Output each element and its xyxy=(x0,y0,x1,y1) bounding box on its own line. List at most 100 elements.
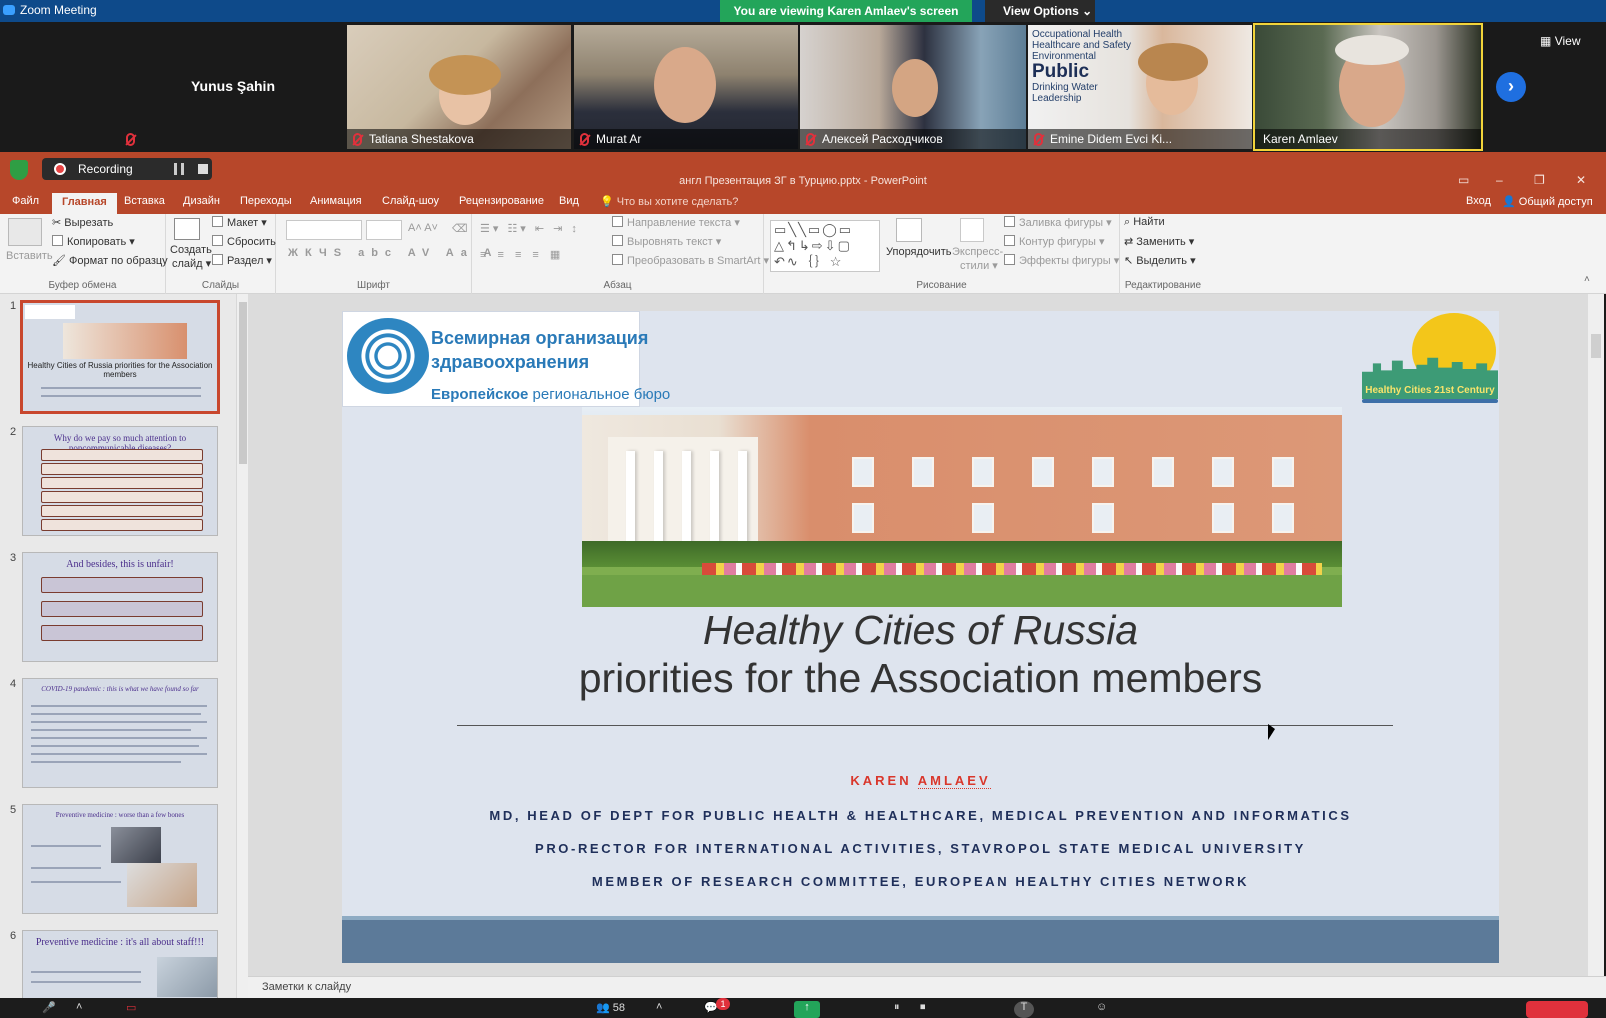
thumbnail-line xyxy=(31,753,207,755)
tab-transitions[interactable]: Переходы xyxy=(240,195,292,207)
shape-outline-button[interactable]: Контур фигуры ▾ xyxy=(1004,235,1105,248)
photo-window xyxy=(912,457,934,487)
tab-slideshow[interactable]: Слайд-шоу xyxy=(382,195,439,207)
scrollbar-thumb[interactable] xyxy=(1591,334,1601,358)
new-slide-icon xyxy=(174,218,200,240)
share-button[interactable]: 👤 Общий доступ xyxy=(1502,195,1593,208)
align-text-button[interactable]: Выровнять текст ▾ xyxy=(612,235,721,248)
arrange-button[interactable]: Упорядочить xyxy=(886,246,951,258)
slide-scrollbar[interactable] xyxy=(1588,294,1604,976)
participants-button[interactable]: 👥 58 xyxy=(596,1001,625,1014)
start-video-icon[interactable]: ▭ xyxy=(126,1001,136,1014)
font-style-buttons[interactable]: ЖКЧS abc AV Aa A xyxy=(288,247,498,259)
shape-effects-label: Эффекты фигуры xyxy=(1019,255,1111,267)
tab-file[interactable]: Файл xyxy=(12,195,39,207)
section-button[interactable]: Раздел ▾ xyxy=(212,254,272,267)
tab-insert[interactable]: Вставка xyxy=(124,195,165,207)
shape-effects-button[interactable]: Эффекты фигуры ▾ xyxy=(1004,254,1119,267)
font-name-combobox[interactable] xyxy=(286,220,362,240)
next-page-arrow-icon[interactable]: › xyxy=(1496,72,1526,102)
select-label: Выделить xyxy=(1136,255,1188,267)
slide-thumbnail-4[interactable]: COVID-19 pandemic : this is what we have… xyxy=(22,678,218,788)
share-screen-icon[interactable]: ↑ xyxy=(794,1001,820,1018)
italic-button[interactable]: К xyxy=(305,247,319,259)
who-europe-logo: Всемирная организация здравоохранения Ев… xyxy=(342,311,670,407)
slide-thumbnail-6[interactable]: Preventive medicine : it's all about sta… xyxy=(22,930,218,998)
participant-tile-active-speaker[interactable]: Karen Amlaev xyxy=(1253,23,1483,151)
tell-me-box[interactable]: 💡 Что вы хотите сделать? xyxy=(600,195,738,208)
slide-thumbnail-2[interactable]: Why do we pay so much attention to nonco… xyxy=(22,426,218,536)
thumbnail-line xyxy=(31,745,199,747)
new-slide-button[interactable]: Создать xyxy=(170,244,212,256)
thumbnail-scrollbar[interactable] xyxy=(236,294,248,998)
align-buttons[interactable]: ≡ ≡ ≡ ≡ ▦ xyxy=(480,248,564,261)
participant-tile[interactable]: Occupational Health Healthcare and Safet… xyxy=(1028,25,1252,149)
reset-label: Сбросить xyxy=(227,236,276,248)
unmute-mic-icon[interactable]: 🎤 xyxy=(42,1001,56,1014)
underline-button[interactable]: Ч xyxy=(319,247,334,259)
layout-button[interactable]: Макет ▾ xyxy=(212,216,267,229)
scissors-icon: ✂ xyxy=(52,217,62,229)
copy-label: Копировать xyxy=(67,236,127,248)
collapse-ribbon-icon[interactable]: ˄ xyxy=(1584,274,1590,285)
participant-tile-self[interactable]: Yunus Şahin xyxy=(120,25,346,149)
font-grow-shrink-icon[interactable]: A˄ A˅ xyxy=(408,222,438,234)
slide-thumbnail-3[interactable]: And besides, this is unfair! xyxy=(22,552,218,662)
select-button[interactable]: ↖ Выделить ▾ xyxy=(1124,254,1196,267)
paste-button[interactable]: Вставить xyxy=(6,250,53,262)
avatar[interactable]: T xyxy=(1014,1001,1034,1018)
tab-review[interactable]: Рецензирование xyxy=(459,195,544,207)
participant-tile[interactable]: Murat Ar xyxy=(574,25,798,149)
smartart-button[interactable]: Преобразовать в SmartArt ▾ xyxy=(612,254,769,267)
thumbnail-title: Preventive medicine : it's all about sta… xyxy=(35,937,205,948)
chevron-up-icon[interactable]: ˄ xyxy=(656,1001,662,1013)
stop-recording-icon[interactable] xyxy=(198,164,208,174)
clear-format-icon[interactable]: ⌫ xyxy=(452,222,468,235)
ribbon-display-icon[interactable]: ▭ xyxy=(1458,173,1469,187)
participant-tile[interactable]: Tatiana Shestakova xyxy=(347,25,571,149)
quick-styles-button[interactable]: Экспресс- xyxy=(952,246,1003,258)
brush-icon: 🖌 xyxy=(52,255,66,267)
font-size-combobox[interactable] xyxy=(366,220,402,240)
shadow-button[interactable]: S xyxy=(334,247,348,259)
tab-home[interactable]: Главная xyxy=(52,193,117,214)
slide-thumbnail-1[interactable]: Healthy Cities of Russia priorities for … xyxy=(20,300,220,414)
sign-in-link[interactable]: Вход xyxy=(1466,195,1491,207)
tab-design[interactable]: Дизайн xyxy=(183,195,220,207)
slide-notes-pane[interactable]: Заметки к слайду xyxy=(248,976,1606,998)
copy-button[interactable]: Копировать ▾ xyxy=(52,235,135,248)
current-slide[interactable]: Всемирная организация здравоохранения Ев… xyxy=(342,311,1499,963)
cut-button[interactable]: ✂ Вырезать xyxy=(52,216,113,229)
slide-thumbnail-5[interactable]: Preventive medicine : worse than a few b… xyxy=(22,804,218,914)
who-logo-line3: Европейское региональное бюро xyxy=(431,386,670,403)
restore-icon[interactable]: ❐ xyxy=(1534,173,1545,187)
pause-recording-icon[interactable]: ⏸ xyxy=(894,1001,900,1014)
replace-button[interactable]: ⇄ Заменить ▾ xyxy=(1124,235,1194,248)
author-affiliation: PRO-RECTOR FOR INTERNATIONAL ACTIVITIES,… xyxy=(535,841,1306,856)
mini-building-photo xyxy=(63,323,187,359)
reset-button[interactable]: Сбросить xyxy=(212,235,276,248)
format-painter-button[interactable]: 🖌 Формат по образцу xyxy=(52,254,168,267)
shape-fill-button[interactable]: Заливка фигуры ▾ xyxy=(1004,216,1112,229)
close-icon[interactable]: ✕ xyxy=(1576,173,1586,187)
shapes-gallery[interactable]: ▭╲╲▭◯▭ △↰↳⇨⇩▢ ↶∿｛｝☆ xyxy=(770,220,880,272)
photo-column xyxy=(682,451,691,543)
find-button[interactable]: ⌕ Найти xyxy=(1124,216,1165,229)
list-buttons[interactable]: ☰▾ ☷▾ ⇤ ⇥ ↕ xyxy=(480,222,580,235)
tab-animations[interactable]: Анимация xyxy=(310,195,362,207)
stop-recording-icon[interactable]: ⏹ xyxy=(920,1001,926,1014)
reactions-icon[interactable]: ☺ xyxy=(1096,1001,1107,1013)
tab-view[interactable]: Вид xyxy=(559,195,579,207)
chevron-up-icon[interactable]: ˄ xyxy=(76,1001,82,1013)
participant-tile[interactable]: Алексей Расходчиков xyxy=(800,25,1026,149)
group-slides: Создать слайд ▾ Макет ▾ Сбросить Раздел … xyxy=(166,214,276,294)
bold-button[interactable]: Ж xyxy=(288,247,305,259)
scrollbar-thumb[interactable] xyxy=(239,302,247,464)
end-meeting-button[interactable] xyxy=(1526,1001,1588,1018)
text-direction-button[interactable]: Направление текста ▾ xyxy=(612,216,740,229)
view-button[interactable]: ▦ View xyxy=(1540,34,1580,48)
participant-name: Tatiana Shestakova xyxy=(347,129,571,149)
pause-recording-icon[interactable] xyxy=(174,163,184,175)
view-options-button[interactable]: View Options ⌄ xyxy=(985,0,1095,22)
minimize-icon[interactable]: – xyxy=(1496,173,1503,187)
